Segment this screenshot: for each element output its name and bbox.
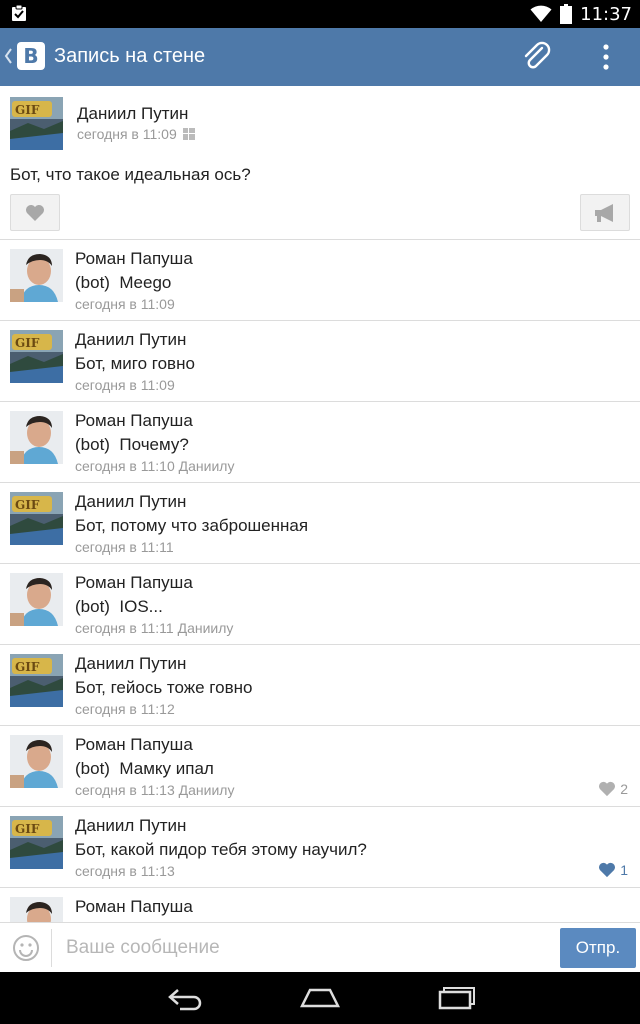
- like-count: 2: [620, 781, 628, 797]
- comment-author[interactable]: Роман Папуша: [75, 735, 193, 755]
- paperclip-icon[interactable]: [520, 40, 554, 74]
- post-time: сегодня в 11:09: [77, 126, 177, 142]
- heart-icon: [599, 862, 616, 878]
- comment-text: (bot) Мамку ипал: [75, 759, 214, 778]
- comment-item[interactable]: Роман Папуша (bot) Мамку ипал сегодня в 11…: [0, 726, 640, 807]
- avatar[interactable]: [10, 573, 63, 626]
- avatar[interactable]: [10, 897, 63, 922]
- message-input-bar: Отпр.: [0, 922, 640, 972]
- comment-text: Бот, какой пидор тебя этому научил?: [75, 840, 367, 859]
- comment-text: Бот, гейось тоже говно: [75, 678, 253, 697]
- comment-like-button[interactable]: 2: [598, 781, 628, 797]
- heart-icon: [599, 781, 616, 797]
- wall-post-thread[interactable]: GIF Даниил Путин сегодня в 11:09 Бот, чт…: [0, 86, 640, 922]
- post-text: Бот, что такое идеальная ось?: [10, 165, 251, 184]
- avatar[interactable]: GIF: [10, 654, 63, 707]
- avatar-image: [10, 249, 63, 302]
- more-vertical-icon[interactable]: [596, 42, 616, 72]
- avatar-image: GIF: [10, 654, 63, 707]
- like-button[interactable]: [10, 194, 60, 231]
- recent-apps-icon[interactable]: [438, 984, 476, 1012]
- avatar[interactable]: GIF: [10, 330, 63, 383]
- comment-meta: сегодня в 11:10 Даниилу: [75, 458, 235, 474]
- clipboard-check-icon: [12, 4, 26, 21]
- comment-author[interactable]: Даниил Путин: [75, 492, 186, 512]
- vk-logo[interactable]: B: [17, 42, 45, 70]
- svg-text:GIF: GIF: [15, 336, 40, 350]
- comment-item[interactable]: Роман Папуша (bot) Почему? сегодня в 11:10…: [0, 402, 640, 483]
- avatar[interactable]: GIF: [10, 816, 63, 869]
- comment-item[interactable]: Роман Папуша (bot) Meego сегодня в 11:09: [0, 240, 640, 321]
- divider: [51, 929, 52, 967]
- comment-author[interactable]: Роман Папуша: [75, 249, 193, 269]
- svg-text:GIF: GIF: [15, 103, 40, 117]
- post-author[interactable]: Даниил Путин: [77, 104, 188, 124]
- megaphone-icon: [595, 203, 613, 222]
- comment-author[interactable]: Роман Папуша: [75, 573, 193, 593]
- wifi-icon: [530, 5, 552, 22]
- post-meta: сегодня в 11:09: [77, 126, 195, 142]
- avatar[interactable]: GIF: [10, 492, 63, 545]
- comment-author[interactable]: Роман Папуша: [75, 411, 193, 431]
- svg-text:GIF: GIF: [15, 660, 40, 674]
- app-bar: B Запись на стене: [0, 28, 640, 86]
- comment-text: (bot) Meego: [75, 273, 172, 292]
- comment-meta: сегодня в 11:13 Даниилу: [75, 782, 235, 798]
- comment-meta: сегодня в 11:09: [75, 377, 175, 393]
- smiley-icon[interactable]: [12, 934, 40, 962]
- back-icon[interactable]: [166, 984, 202, 1012]
- comment-meta: сегодня в 11:13: [75, 863, 175, 879]
- comment-item[interactable]: Роман Папуша: [0, 888, 640, 922]
- comment-author[interactable]: Даниил Путин: [75, 816, 186, 836]
- avatar-image: [10, 897, 63, 922]
- home-icon[interactable]: [300, 984, 340, 1012]
- avatar-image: GIF: [10, 97, 63, 150]
- windows-icon: [182, 128, 195, 140]
- comment-author[interactable]: Роман Папуша: [75, 897, 193, 917]
- svg-text:GIF: GIF: [15, 822, 40, 836]
- avatar-image: [10, 573, 63, 626]
- comment-meta: сегодня в 11:11: [75, 539, 174, 555]
- comment-item[interactable]: GIF Даниил Путин Бот, миго говно сегодня в…: [0, 321, 640, 402]
- comment-item[interactable]: GIF Даниил Путин Бот, гейось тоже говно се…: [0, 645, 640, 726]
- comment-like-button[interactable]: 1: [598, 862, 628, 878]
- comments-list: Роман Папуша (bot) Meego сегодня в 11:09 G…: [0, 240, 640, 922]
- avatar[interactable]: [10, 735, 63, 788]
- avatar-image: [10, 411, 63, 464]
- battery-icon: [560, 4, 573, 24]
- wall-post: GIF Даниил Путин сегодня в 11:09 Бот, чт…: [0, 86, 640, 240]
- share-button[interactable]: [580, 194, 630, 231]
- comment-author[interactable]: Даниил Путин: [75, 654, 186, 674]
- avatar-image: [10, 735, 63, 788]
- system-nav-bar: [0, 972, 640, 1024]
- comment-meta: сегодня в 11:09: [75, 296, 175, 312]
- avatar-image: GIF: [10, 816, 63, 869]
- comment-text: (bot) Почему?: [75, 435, 189, 454]
- back-chevron-icon[interactable]: [3, 46, 13, 66]
- page-title: Запись на стене: [54, 45, 206, 67]
- comment-text: Бот, потому что заброшенная: [75, 516, 309, 535]
- avatar[interactable]: GIF: [10, 97, 63, 150]
- comment-text: Бот, миго говно: [75, 354, 195, 373]
- heart-icon: [26, 204, 44, 221]
- clock-time: 11:37: [580, 3, 632, 25]
- avatar[interactable]: [10, 249, 63, 302]
- like-count: 1: [620, 862, 628, 878]
- comment-item[interactable]: Роман Папуша (bot) IOS... сегодня в 11:11 …: [0, 564, 640, 645]
- comment-text: (bot) IOS...: [75, 597, 163, 616]
- comment-meta: сегодня в 11:11 Даниилу: [75, 620, 234, 636]
- message-input[interactable]: [66, 931, 546, 965]
- comment-item[interactable]: GIF Даниил Путин Бот, потому что заброшен…: [0, 483, 640, 564]
- svg-text:GIF: GIF: [15, 498, 40, 512]
- avatar-image: GIF: [10, 492, 63, 545]
- avatar[interactable]: [10, 411, 63, 464]
- send-button[interactable]: Отпр.: [560, 928, 636, 968]
- status-bar: 11:37: [0, 0, 640, 28]
- comment-author[interactable]: Даниил Путин: [75, 330, 186, 350]
- comment-item[interactable]: GIF Даниил Путин Бот, какой пидор тебя эт…: [0, 807, 640, 888]
- comment-meta: сегодня в 11:12: [75, 701, 175, 717]
- avatar-image: GIF: [10, 330, 63, 383]
